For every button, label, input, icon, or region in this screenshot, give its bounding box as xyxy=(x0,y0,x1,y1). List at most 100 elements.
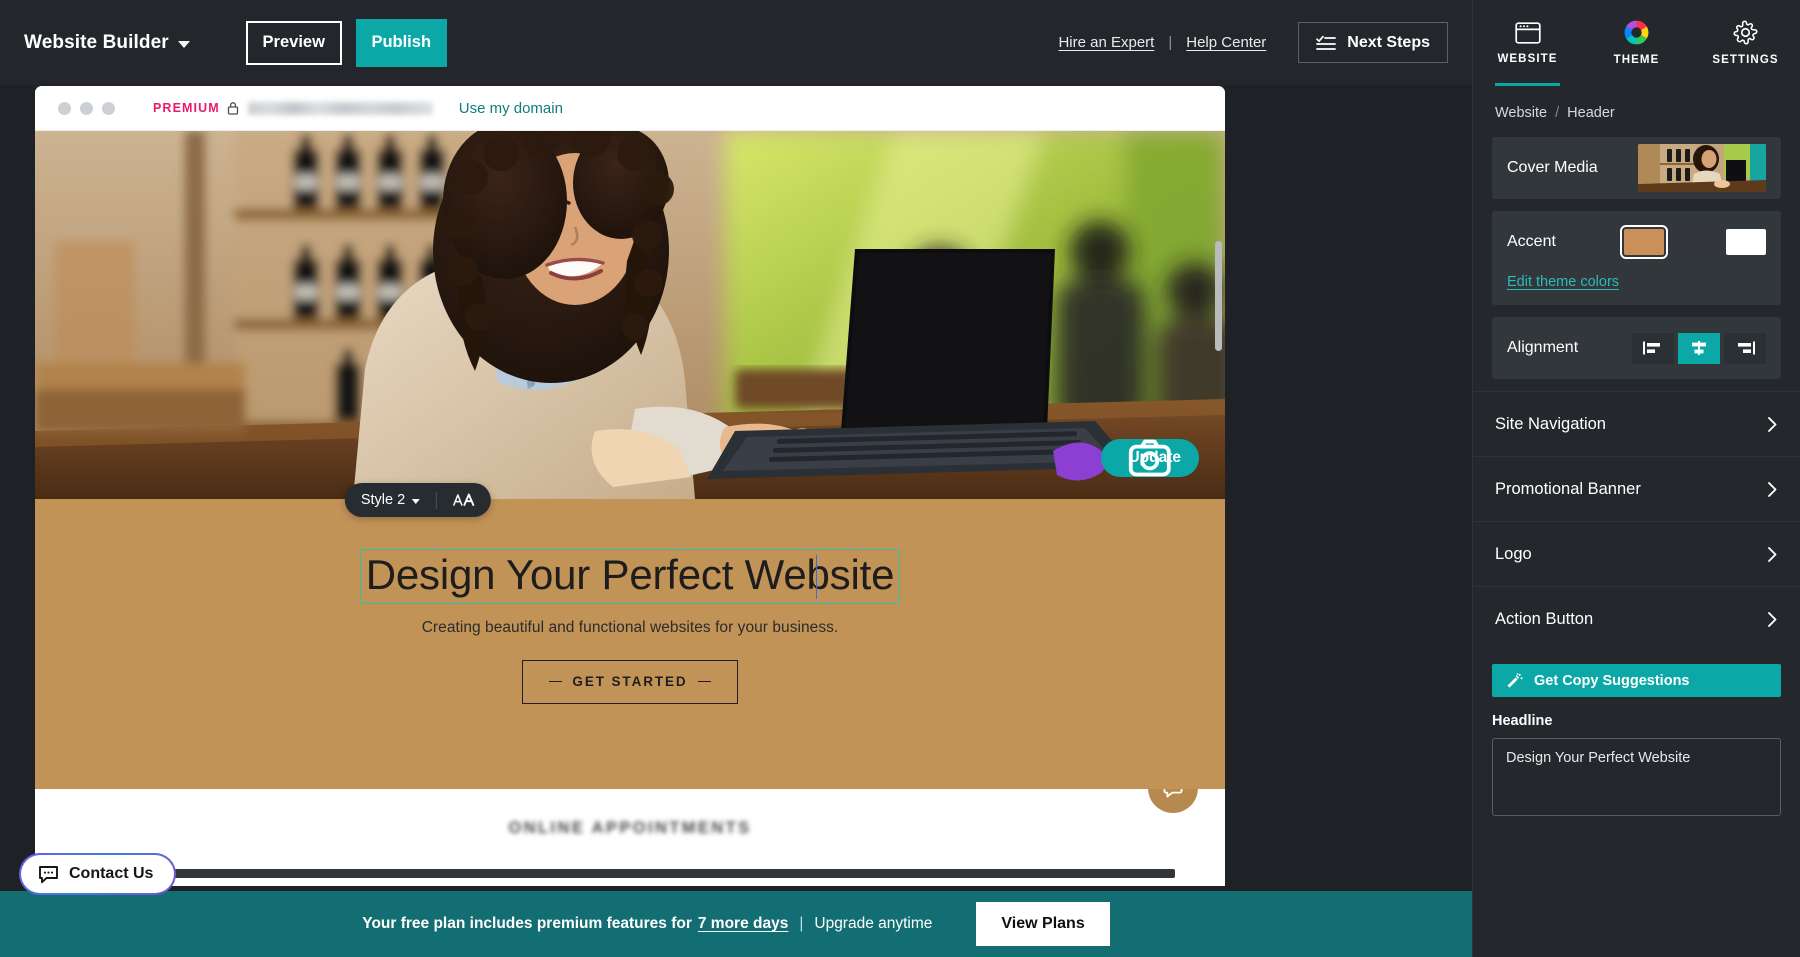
checklist-icon xyxy=(1316,35,1337,51)
align-right-icon xyxy=(1738,341,1755,355)
chevron-right-icon xyxy=(1767,481,1778,498)
promotional-banner-label: Promotional Banner xyxy=(1495,479,1641,498)
cover-media-card[interactable]: Cover Media xyxy=(1492,137,1781,199)
alignment-card: Alignment xyxy=(1492,317,1781,379)
main-editor-area: Website Builder Preview Publish Hire an … xyxy=(0,0,1472,957)
site-preview-frame: PREMIUM Use my domain Update Style 2 Des… xyxy=(35,86,1225,886)
headline-edit-box[interactable]: Design Your Perfect Website xyxy=(359,549,901,604)
tab-website-label: WEBSITE xyxy=(1497,52,1558,65)
publish-button[interactable]: Publish xyxy=(355,18,447,67)
breadcrumb-current: Header xyxy=(1567,105,1615,121)
chevron-right-icon xyxy=(1767,416,1778,433)
align-center-icon xyxy=(1692,341,1706,355)
contact-us-button[interactable]: Contact Us xyxy=(19,853,177,895)
window-dot-minimize xyxy=(80,101,93,115)
font-size-button[interactable] xyxy=(437,483,491,517)
use-my-domain-link[interactable]: Use my domain xyxy=(459,100,563,117)
top-toolbar: Website Builder Preview Publish Hire an … xyxy=(0,0,1472,85)
chevron-down-icon xyxy=(412,498,421,504)
next-section-title: ONLINE APPOINTMENTS xyxy=(508,819,752,837)
alignment-options xyxy=(1632,332,1766,364)
get-copy-suggestions-button[interactable]: Get Copy Suggestions xyxy=(1492,664,1781,697)
chevron-down-icon xyxy=(177,40,190,48)
sidebar-item-logo[interactable]: Logo xyxy=(1473,521,1800,586)
cover-media-row: Cover Media xyxy=(1507,137,1766,199)
accent-row: Accent xyxy=(1507,211,1766,273)
get-started-button[interactable]: GET STARTED xyxy=(522,659,738,704)
font-size-icon xyxy=(453,493,475,507)
website-builder-app: Website Builder Preview Publish Hire an … xyxy=(0,0,1800,957)
headline-field-label: Headline xyxy=(1492,713,1553,729)
headline-editor-group: Get Copy Suggestions Headline xyxy=(1473,651,1800,821)
accent-swatch-white[interactable] xyxy=(1726,229,1766,255)
action-button-label: Action Button xyxy=(1495,609,1594,628)
dash-right-icon xyxy=(697,680,711,683)
chat-message-icon xyxy=(38,865,59,884)
edit-theme-colors-link[interactable]: Edit theme colors xyxy=(1507,274,1619,305)
contact-us-label: Contact Us xyxy=(69,865,154,882)
chat-bubble-icon xyxy=(1161,789,1185,800)
align-right-button[interactable] xyxy=(1724,332,1766,364)
inline-style-toolbar: Style 2 xyxy=(344,483,492,517)
window-dot-close xyxy=(58,101,71,115)
panel-tab-bar: WEBSITE THEME SETTINGS xyxy=(1473,0,1800,86)
preview-browser-bar: PREMIUM Use my domain xyxy=(35,86,1225,131)
premium-badge: PREMIUM xyxy=(153,101,220,115)
tab-settings-label: SETTINGS xyxy=(1712,54,1779,66)
align-left-button[interactable] xyxy=(1632,332,1674,364)
tab-website[interactable]: WEBSITE xyxy=(1473,0,1582,86)
align-center-button[interactable] xyxy=(1678,332,1720,364)
style-selector[interactable]: Style 2 xyxy=(345,483,436,517)
update-cover-button[interactable]: Update xyxy=(1101,439,1199,477)
upgrade-text-after: Upgrade anytime xyxy=(814,915,933,932)
tab-settings[interactable]: SETTINGS xyxy=(1691,0,1800,86)
upgrade-banner: Your free plan includes premium features… xyxy=(0,891,1472,957)
get-started-label: GET STARTED xyxy=(572,674,688,690)
next-section-preview[interactable]: ONLINE APPOINTMENTS xyxy=(35,789,1225,886)
hero-cover-image[interactable]: Update xyxy=(35,131,1225,499)
headline-textarea[interactable] xyxy=(1492,738,1781,816)
brand-label: Website Builder xyxy=(24,31,169,53)
alignment-row: Alignment xyxy=(1507,317,1766,379)
toolbar-separator: | xyxy=(1168,34,1173,51)
browser-window-icon xyxy=(1514,21,1541,44)
contact-us-inner: Contact Us xyxy=(21,855,175,893)
view-plans-button[interactable]: View Plans xyxy=(976,902,1110,946)
right-settings-panel: WEBSITE THEME SETTINGS Website / Header … xyxy=(1472,0,1800,957)
sidebar-item-action-button[interactable]: Action Button xyxy=(1473,586,1800,651)
magic-wand-icon xyxy=(1505,672,1523,689)
accent-swatches xyxy=(1620,225,1766,259)
accent-swatch-tan[interactable] xyxy=(1620,225,1668,259)
tab-theme[interactable]: THEME xyxy=(1582,0,1691,86)
accent-swatch-dark[interactable] xyxy=(1675,229,1715,255)
window-dots xyxy=(58,101,115,115)
alignment-label: Alignment xyxy=(1507,339,1579,356)
help-center-link[interactable]: Help Center xyxy=(1186,34,1266,51)
next-steps-button[interactable]: Next Steps xyxy=(1298,22,1448,63)
hero-subheadline[interactable]: Creating beautiful and functional websit… xyxy=(422,619,839,637)
breadcrumb-separator: / xyxy=(1555,105,1560,121)
logo-label: Logo xyxy=(1495,544,1532,563)
toolbar-right-group: Hire an Expert | Help Center Next Steps xyxy=(1058,22,1448,63)
site-chat-bubble-button[interactable] xyxy=(1148,789,1198,813)
breadcrumb-root[interactable]: Website xyxy=(1495,105,1547,121)
tab-theme-label: THEME xyxy=(1613,54,1660,66)
cover-media-label: Cover Media xyxy=(1507,159,1598,176)
lock-icon xyxy=(227,101,239,115)
upgrade-text-before: Your free plan includes premium features… xyxy=(362,915,692,932)
copy-suggestions-label: Get Copy Suggestions xyxy=(1534,672,1690,689)
cover-media-thumbnail[interactable] xyxy=(1638,144,1766,192)
hire-an-expert-link[interactable]: Hire an Expert xyxy=(1058,34,1154,51)
accent-label: Accent xyxy=(1507,233,1556,250)
hero-text-section: Style 2 Design Your Perfect Website Crea… xyxy=(35,483,1225,789)
preview-scrollbar-thumb[interactable] xyxy=(1215,241,1222,351)
sidebar-item-promotional-banner[interactable]: Promotional Banner xyxy=(1473,456,1800,521)
chevron-right-icon xyxy=(1767,546,1778,563)
preview-button[interactable]: Preview xyxy=(245,20,342,65)
align-left-icon xyxy=(1643,341,1660,355)
sidebar-item-site-navigation[interactable]: Site Navigation xyxy=(1473,391,1800,456)
text-caret xyxy=(815,555,818,599)
more-days-link[interactable]: 7 more days xyxy=(698,915,788,933)
upgrade-separator: | xyxy=(799,915,804,932)
brand-menu[interactable]: Website Builder xyxy=(24,32,190,54)
